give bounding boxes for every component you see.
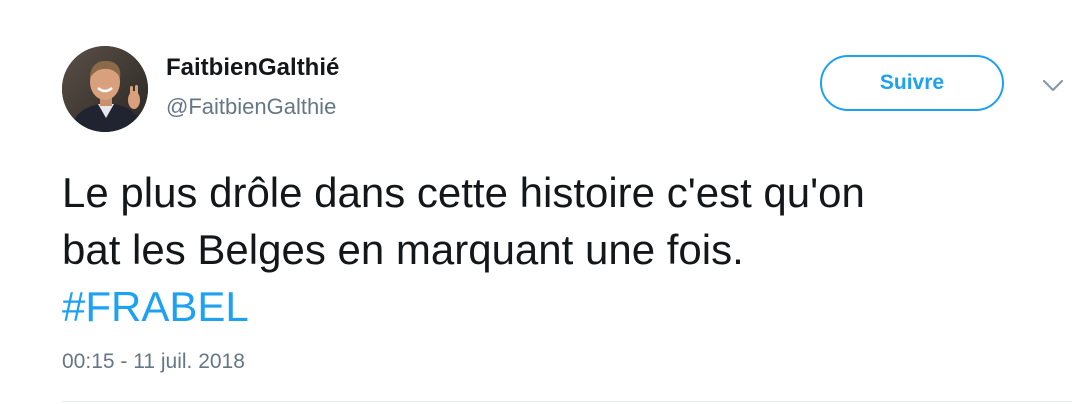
follow-button[interactable]: Suivre (820, 55, 1004, 111)
tweet-text-line: bat les Belges en marquant une fois. (62, 226, 744, 273)
tweet-text: Le plus drôle dans cette histoire c'est … (62, 164, 1062, 335)
tweet-text-line: Le plus drôle dans cette histoire c'est … (62, 169, 865, 216)
avatar[interactable] (62, 46, 148, 132)
tweet-timestamp[interactable]: 00:15 - 11 juil. 2018 (62, 350, 245, 374)
avatar-image (62, 46, 148, 132)
tweet-card: FaitbienGalthié @FaitbienGalthie Suivre … (0, 0, 1090, 404)
chevron-down-icon[interactable] (1040, 76, 1066, 96)
hashtag-link[interactable]: #FRABEL (62, 278, 1062, 335)
divider (62, 401, 1072, 402)
display-name[interactable]: FaitbienGalthié (166, 54, 339, 82)
user-handle[interactable]: @FaitbienGalthie (166, 94, 336, 120)
